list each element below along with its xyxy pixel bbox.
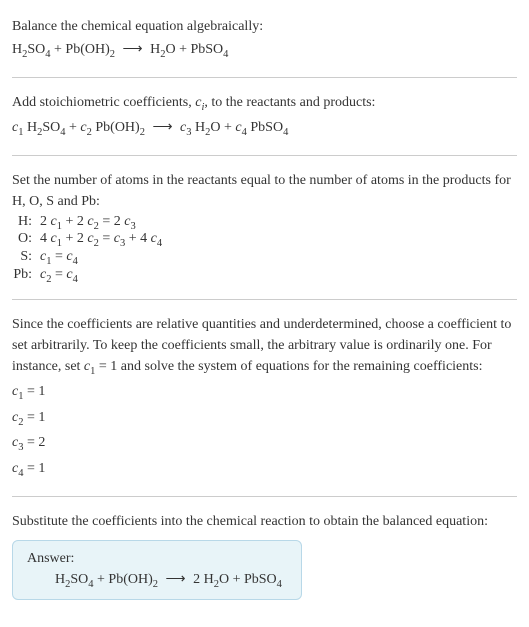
atom-expr: 4 c1 + 2 c2 = c3 + 4 c4 [40,231,162,249]
section-atoms: Set the number of atoms in the reactants… [12,162,517,293]
divider [12,77,517,78]
atom-label: H: [12,214,40,232]
unbalanced-equation: H2SO4 + Pb(OH)2 ⟶ H2O + PbSO4 [12,39,517,63]
solution-line: c1 = 1 [12,381,517,405]
atom-expr: c2 = c4 [40,267,162,285]
section-problem: Balance the chemical equation algebraica… [12,8,517,71]
solution-line: c2 = 1 [12,407,517,431]
atom-row: O: 4 c1 + 2 c2 = c3 + 4 c4 [12,231,162,249]
atom-label: S: [12,249,40,267]
solution-line: c4 = 1 [12,458,517,482]
section-answer: Substitute the coefficients into the che… [12,503,517,607]
answer-box: Answer: H2SO4 + Pb(OH)2 ⟶ 2 H2O + PbSO4 [12,540,302,601]
section-solve: Since the coefficients are relative quan… [12,306,517,490]
section-coeffs: Add stoichiometric coefficients, ci, to … [12,84,517,149]
solution-line: c3 = 2 [12,432,517,456]
coeffs-text: Add stoichiometric coefficients, ci, to … [12,92,517,116]
atom-label: O: [12,231,40,249]
answer-label: Answer: [27,551,287,567]
atom-equations: H: 2 c1 + 2 c2 = 2 c3 O: 4 c1 + 2 c2 = c… [12,214,162,285]
divider [12,496,517,497]
atom-expr: 2 c1 + 2 c2 = 2 c3 [40,214,162,232]
atom-label: Pb: [12,267,40,285]
divider [12,299,517,300]
substitute-text: Substitute the coefficients into the che… [12,511,517,532]
problem-title: Balance the chemical equation algebraica… [12,16,517,37]
atom-row: H: 2 c1 + 2 c2 = 2 c3 [12,214,162,232]
divider [12,155,517,156]
balanced-equation: H2SO4 + Pb(OH)2 ⟶ 2 H2O + PbSO4 [27,571,287,590]
atoms-text: Set the number of atoms in the reactants… [12,170,517,212]
coeffs-equation: c1 H2SO4 + c2 Pb(OH)2 ⟶ c3 H2O + c4 PbSO… [12,117,517,141]
atom-row: Pb: c2 = c4 [12,267,162,285]
solve-text: Since the coefficients are relative quan… [12,314,517,380]
atom-row: S: c1 = c4 [12,249,162,267]
atom-expr: c1 = c4 [40,249,162,267]
